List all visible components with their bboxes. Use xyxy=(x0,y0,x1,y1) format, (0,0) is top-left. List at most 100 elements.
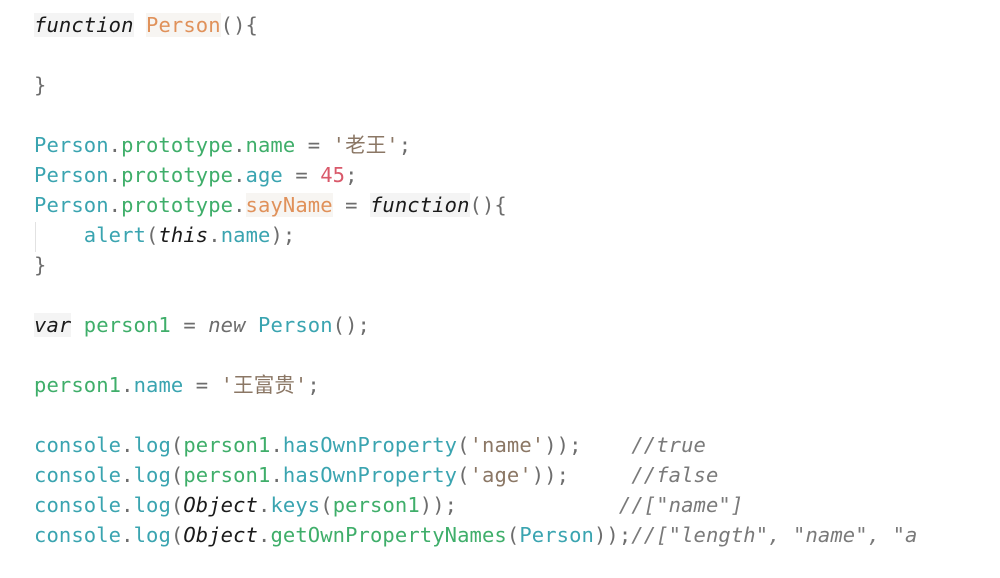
punctuation: (); xyxy=(332,313,370,337)
comment: //["length", "name", "a xyxy=(631,523,918,547)
property: age xyxy=(245,163,283,187)
comment: //false xyxy=(631,463,719,487)
function-name: Person xyxy=(146,13,221,37)
punctuation: (){ xyxy=(220,13,258,37)
identifier: console xyxy=(34,493,122,517)
dot: . xyxy=(258,523,271,547)
comment: //["name"] xyxy=(618,493,744,517)
dot: . xyxy=(121,493,134,517)
string-literal: '老王' xyxy=(332,133,399,157)
code-line-8: alert(this.name); xyxy=(34,220,295,250)
property: prototype xyxy=(121,193,234,217)
comment: //true xyxy=(631,433,706,457)
dot: . xyxy=(270,433,283,457)
semicolon: ; xyxy=(345,163,358,187)
property: name xyxy=(220,223,271,247)
method: getOwnPropertyNames xyxy=(270,523,507,547)
punctuation: )); xyxy=(593,523,632,547)
method: log xyxy=(133,463,171,487)
code-line-11: var person1 = new Person(); xyxy=(34,310,370,340)
property: prototype xyxy=(121,133,234,157)
paren: ( xyxy=(170,493,184,517)
code-line-7: Person.prototype.sayName = function(){ xyxy=(34,190,507,220)
code-editor[interactable]: function Person(){ } Person.prototype.na… xyxy=(0,0,1000,578)
method: log xyxy=(133,433,171,457)
keyword-new: new xyxy=(208,313,246,337)
dot: . xyxy=(270,463,283,487)
variable: person1 xyxy=(34,373,122,397)
paren: ( xyxy=(320,493,333,517)
keyword-this: this xyxy=(158,223,209,247)
builtin-object: Object xyxy=(183,523,258,547)
dot: . xyxy=(108,133,122,157)
method: keys xyxy=(270,493,321,517)
keyword-function: function xyxy=(369,193,470,217)
identifier: console xyxy=(34,523,122,547)
keyword-function: function xyxy=(34,13,134,37)
property: name xyxy=(245,133,296,157)
string-literal: 'name' xyxy=(469,433,545,457)
variable: person1 xyxy=(183,463,271,487)
dot: . xyxy=(208,223,221,247)
dot: . xyxy=(121,433,134,457)
variable: person1 xyxy=(332,493,420,517)
code-line-15: console.log(person1.hasOwnProperty('name… xyxy=(34,430,706,460)
code-line-9: } xyxy=(34,250,46,280)
operator: = xyxy=(282,163,321,187)
code-line-3: } xyxy=(34,70,46,100)
string-literal: 'age' xyxy=(469,463,532,487)
method: log xyxy=(133,523,171,547)
builtin-object: Object xyxy=(183,493,258,517)
paren: ( xyxy=(506,523,520,547)
closing-brace: } xyxy=(34,73,47,97)
paren: ( xyxy=(457,433,470,457)
constructor: Person xyxy=(519,523,594,547)
semicolon: ; xyxy=(398,133,412,157)
code-line-13: person1.name = '王富贵'; xyxy=(34,370,320,400)
code-line-17: console.log(Object.keys(person1)); //["n… xyxy=(34,490,743,520)
identifier: Person xyxy=(34,193,109,217)
number-literal: 45 xyxy=(320,163,346,187)
property: name xyxy=(133,373,184,397)
operator: = xyxy=(295,133,333,157)
function-call: alert xyxy=(83,223,146,247)
identifier: console xyxy=(34,463,122,487)
identifier: console xyxy=(34,433,122,457)
variable: person1 xyxy=(183,433,271,457)
dot: . xyxy=(121,373,134,397)
method-name: sayName xyxy=(245,193,333,217)
paren: ( xyxy=(146,223,159,247)
code-line-5: Person.prototype.name = '老王'; xyxy=(34,130,411,160)
code-line-18: console.log(Object.getOwnPropertyNames(P… xyxy=(34,520,917,550)
code-line-16: console.log(person1.hasOwnProperty('age'… xyxy=(34,460,718,490)
paren: ( xyxy=(457,463,470,487)
method: hasOwnProperty xyxy=(282,433,458,457)
punctuation: ); xyxy=(270,223,296,247)
operator: = xyxy=(183,373,221,397)
identifier: Person xyxy=(34,163,109,187)
dot: . xyxy=(233,163,246,187)
code-line-1: function Person(){ xyxy=(34,10,258,40)
variable: person1 xyxy=(83,313,171,337)
method: log xyxy=(133,493,171,517)
punctuation: )); xyxy=(419,493,458,517)
operator: = xyxy=(332,193,370,217)
keyword-var: var xyxy=(34,313,72,337)
string-literal: '王富贵' xyxy=(220,373,308,397)
constructor: Person xyxy=(258,313,333,337)
punctuation: (){ xyxy=(469,193,507,217)
dot: . xyxy=(121,523,134,547)
dot: . xyxy=(121,463,134,487)
dot: . xyxy=(233,133,246,157)
property: prototype xyxy=(121,163,234,187)
paren: ( xyxy=(170,523,184,547)
closing-brace: } xyxy=(34,253,47,277)
punctuation: )); xyxy=(544,433,582,457)
dot: . xyxy=(258,493,271,517)
